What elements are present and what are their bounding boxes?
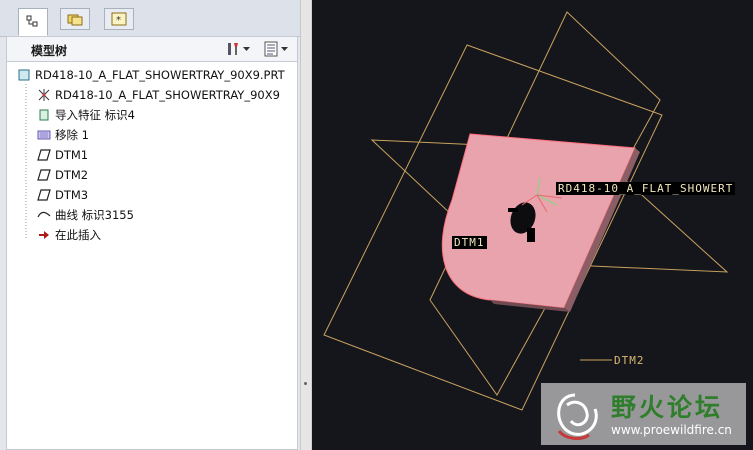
tree-root[interactable]: RD418-10_A_FLAT_SHOWERTRAY_90X9.PRT bbox=[17, 66, 285, 84]
tree-item-label: RD418-10_A_FLAT_SHOWERTRAY_90X9 bbox=[55, 88, 280, 102]
tree-item-import-feature[interactable]: 导入特征 标识4 bbox=[37, 106, 135, 124]
datum-plane-icon bbox=[37, 188, 51, 202]
favorites-icon: * bbox=[111, 12, 127, 26]
insert-here-arrow-icon bbox=[37, 228, 51, 242]
folder-icon bbox=[67, 14, 83, 26]
tab-folder-browser[interactable] bbox=[60, 8, 90, 30]
watermark-logo bbox=[557, 393, 598, 440]
tree-item-label: 导入特征 标识4 bbox=[55, 108, 135, 122]
model-tree-icon bbox=[26, 15, 38, 27]
dtm2-label: DTM2 bbox=[614, 354, 645, 367]
splitter-grip[interactable] bbox=[304, 382, 307, 385]
list-icon bbox=[264, 41, 278, 57]
tab-favorites[interactable]: * bbox=[104, 8, 134, 30]
dtm1-label: DTM1 bbox=[452, 236, 487, 249]
chevron-down-icon bbox=[281, 46, 288, 51]
svg-text:*: * bbox=[116, 15, 121, 26]
settings-dropdown-button[interactable] bbox=[225, 40, 250, 58]
model-tree-header: 模型树 bbox=[6, 36, 298, 62]
navigator-tabs: * bbox=[0, 0, 310, 37]
csys-label: RD418-10_A_FLAT_SHOWERT bbox=[556, 182, 736, 195]
watermark: 野火论坛 www.proewildfire.cn bbox=[541, 383, 746, 445]
coordinate-system-icon bbox=[37, 88, 51, 102]
model-tree-panel: * 模型树 RD418-10_A_FLAT_SHOWERTRAY_90X9.PR… bbox=[0, 0, 311, 450]
chevron-down-icon bbox=[243, 46, 250, 51]
tree-item-label: DTM3 bbox=[55, 188, 89, 202]
tree-item-curve[interactable]: 曲线 标识3155 bbox=[37, 206, 134, 224]
datum-plane-icon bbox=[37, 168, 51, 182]
import-feature-icon bbox=[37, 108, 51, 122]
panel-splitter[interactable] bbox=[300, 0, 311, 450]
tree-item-dtm2[interactable]: DTM2 bbox=[37, 166, 88, 184]
tree-item-label: 曲线 标识3155 bbox=[55, 208, 134, 222]
watermark-name: 野火论坛 bbox=[611, 393, 724, 422]
tree-item-label: 在此插入 bbox=[55, 228, 101, 242]
panel-title: 模型树 bbox=[31, 44, 68, 58]
datum-plane-icon bbox=[37, 148, 51, 162]
tree-item-label: DTM1 bbox=[55, 148, 89, 162]
show-dropdown-button[interactable] bbox=[263, 40, 288, 58]
watermark-url: www.proewildfire.cn bbox=[611, 423, 732, 437]
remove-feature-icon bbox=[37, 128, 51, 142]
model-tree: RD418-10_A_FLAT_SHOWERTRAY_90X9.PRT RD41… bbox=[6, 62, 298, 450]
tree-item-dtm3[interactable]: DTM3 bbox=[37, 186, 88, 204]
tree-item-remove[interactable]: 移除 1 bbox=[37, 126, 89, 144]
tree-item-insert-here[interactable]: 在此插入 bbox=[37, 226, 101, 244]
part-icon bbox=[17, 68, 31, 82]
tree-item-dtm1[interactable]: DTM1 bbox=[37, 146, 88, 164]
tree-item-label: 移除 1 bbox=[55, 128, 89, 142]
curve-icon bbox=[37, 208, 51, 222]
tree-root-label: RD418-10_A_FLAT_SHOWERTRAY_90X9.PRT bbox=[35, 68, 285, 82]
tree-item-label: DTM2 bbox=[55, 168, 89, 182]
tree-item-csys[interactable]: RD418-10_A_FLAT_SHOWERTRAY_90X9 bbox=[37, 86, 280, 104]
tools-icon bbox=[228, 43, 238, 55]
tab-model-tree[interactable] bbox=[18, 8, 48, 36]
